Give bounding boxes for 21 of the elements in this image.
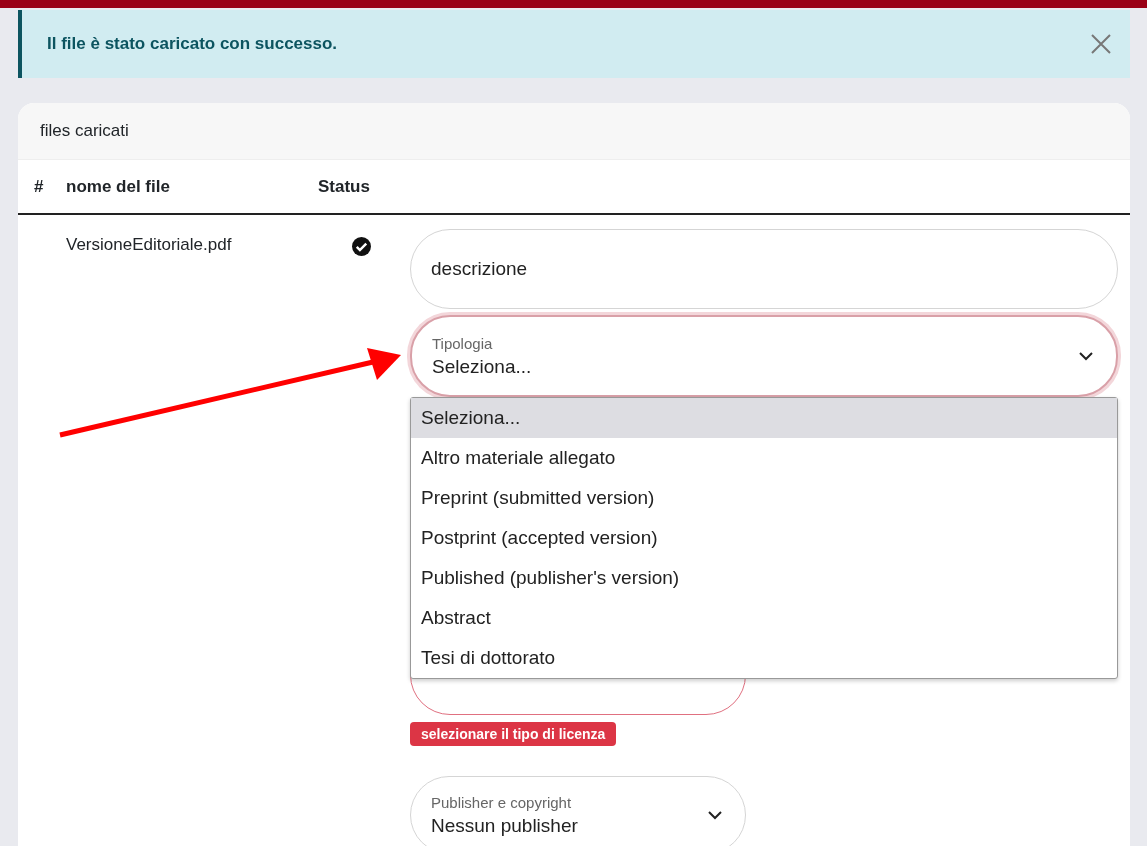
dropdown-option[interactable]: Preprint (submitted version): [411, 478, 1117, 518]
column-header: Status: [318, 160, 410, 215]
chevron-down-icon: [707, 810, 723, 820]
error-badge: selezionare il tipo di licenza: [410, 722, 617, 746]
dropdown-option[interactable]: Altro materiale allegato: [411, 438, 1117, 478]
column-header: nome del file: [66, 160, 318, 215]
close-button[interactable]: [1090, 33, 1112, 55]
dropdown-option[interactable]: Seleziona...: [411, 398, 1117, 438]
file-name: VersioneEditoriale.pdf: [66, 235, 232, 254]
dropdown-option[interactable]: Published (publisher's version): [411, 558, 1117, 598]
dropdown-option[interactable]: Postprint (accepted version): [411, 518, 1117, 558]
chevron-down-icon: [1078, 351, 1094, 361]
column-header: #: [18, 160, 66, 215]
dropdown-option[interactable]: Tesi di dottorato: [411, 638, 1117, 678]
card-header: files caricati: [18, 103, 1130, 160]
alert-message: Il file è stato caricato con successo.: [47, 34, 338, 54]
publisher-select[interactable]: Publisher e copyright Nessun publisher: [410, 776, 746, 846]
description-field[interactable]: descrizione: [410, 229, 1118, 309]
close-icon: [1090, 33, 1112, 55]
type-select[interactable]: Tipologia Seleziona...: [410, 315, 1118, 397]
dropdown-option[interactable]: Abstract: [411, 598, 1117, 638]
